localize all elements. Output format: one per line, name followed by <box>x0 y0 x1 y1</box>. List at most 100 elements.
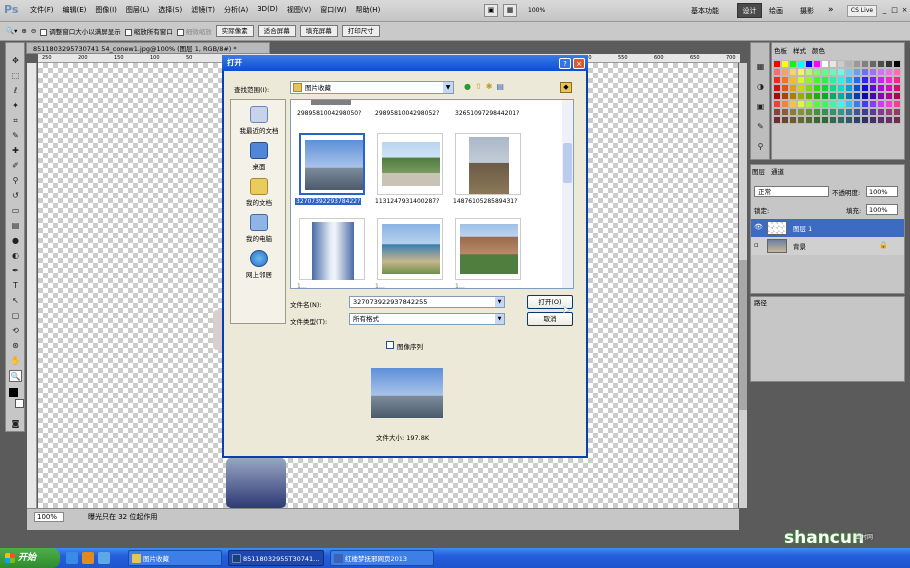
thumbnail-selected[interactable] <box>299 133 365 195</box>
swatch[interactable] <box>789 76 797 84</box>
swatch[interactable] <box>821 92 829 100</box>
tab-paths[interactable]: 路径 <box>754 297 767 307</box>
swatch[interactable] <box>885 92 893 100</box>
document-tab[interactable]: 8511803295730741 54_conew1.jpg@100% (图层 … <box>26 42 270 54</box>
swatch[interactable] <box>885 108 893 116</box>
swatch[interactable] <box>821 100 829 108</box>
media-icon[interactable] <box>82 552 94 564</box>
swatch[interactable] <box>821 60 829 68</box>
swatch[interactable] <box>821 84 829 92</box>
adjust-panel-icon[interactable]: ◑ <box>754 81 767 93</box>
folder-icon[interactable]: ◆ <box>560 82 572 93</box>
swatch[interactable] <box>813 100 821 108</box>
filetype-select[interactable]: 所有格式 <box>349 313 505 325</box>
swatch[interactable] <box>869 60 877 68</box>
swatch[interactable] <box>869 92 877 100</box>
swatch[interactable] <box>877 108 885 116</box>
menu-view[interactable]: 视图(V) <box>287 5 311 15</box>
crop-tool-icon[interactable]: ⌗ <box>9 115 22 127</box>
swatch-grid[interactable] <box>773 60 901 132</box>
zoom-all-checkbox[interactable] <box>124 28 132 36</box>
new-folder-icon[interactable]: ✱ <box>486 82 493 91</box>
swatch[interactable] <box>845 68 853 76</box>
close-button[interactable]: × <box>900 4 909 16</box>
swatch[interactable] <box>869 116 877 124</box>
brush-tool-icon[interactable]: ✐ <box>9 160 22 172</box>
explorer-icon[interactable] <box>98 552 110 564</box>
swatch[interactable] <box>837 84 845 92</box>
swatch[interactable] <box>885 116 893 124</box>
image-sequence-checkbox[interactable] <box>386 341 394 349</box>
gradient-tool-icon[interactable]: ▤ <box>9 220 22 232</box>
scrubby-zoom-option[interactable]: 细微缩放 <box>176 26 212 36</box>
swatch[interactable] <box>861 68 869 76</box>
place-network[interactable]: 网上邻居 <box>231 250 287 279</box>
zoom-out-icon[interactable]: ⊖ <box>31 27 36 35</box>
foreground-color-swatch[interactable] <box>9 388 18 397</box>
dialog-close-button[interactable]: × <box>573 58 585 69</box>
swatch[interactable] <box>797 92 805 100</box>
menu-select[interactable]: 选择(S) <box>158 5 182 15</box>
menu-3d[interactable]: 3D(D) <box>257 5 278 15</box>
swatch[interactable] <box>885 60 893 68</box>
swatch[interactable] <box>789 100 797 108</box>
place-recent[interactable]: 我最近的文档 <box>231 106 287 135</box>
actual-pixels-button[interactable]: 实际像素 <box>215 25 254 37</box>
swatch[interactable] <box>869 100 877 108</box>
status-zoom[interactable]: 100% <box>34 512 64 522</box>
workspace-paint[interactable]: 绘画 <box>769 6 783 16</box>
color-panel-icon[interactable]: ▦ <box>754 61 767 73</box>
quick-mask-icon[interactable]: ◙ <box>9 418 22 430</box>
swatch[interactable] <box>861 100 869 108</box>
swatch[interactable] <box>877 116 885 124</box>
workspace-design[interactable]: 设计 <box>737 3 762 18</box>
swatch[interactable] <box>853 60 861 68</box>
workspace-basic[interactable]: 基本功能 <box>691 6 719 16</box>
swatch[interactable] <box>861 92 869 100</box>
shape-tool-icon[interactable]: ▢ <box>9 310 22 322</box>
swatch[interactable] <box>789 68 797 76</box>
swatch[interactable] <box>837 108 845 116</box>
up-folder-icon[interactable]: ⇧ <box>475 82 482 91</box>
file-name-selected[interactable]: 3270739229378422? <box>295 198 362 205</box>
swatch[interactable] <box>829 60 837 68</box>
maximize-button[interactable]: □ <box>890 4 899 16</box>
eye-icon[interactable]: 👁 <box>754 223 763 231</box>
swatch[interactable] <box>829 68 837 76</box>
swatch[interactable] <box>845 76 853 84</box>
menu-help[interactable]: 帮助(H) <box>356 5 381 15</box>
task-document[interactable]: 红楼梦抚邪网页2013 <box>330 550 434 566</box>
swatch[interactable] <box>781 68 789 76</box>
swatch[interactable] <box>797 116 805 124</box>
swatch[interactable] <box>797 108 805 116</box>
swatch[interactable] <box>789 92 797 100</box>
background-color-swatch[interactable] <box>15 399 24 408</box>
swatch[interactable] <box>813 60 821 68</box>
swatch[interactable] <box>813 116 821 124</box>
swatch[interactable] <box>773 68 781 76</box>
swatch[interactable] <box>837 100 845 108</box>
swatch[interactable] <box>877 68 885 76</box>
zoom-all-option[interactable]: 缩放所有窗口 <box>124 26 173 36</box>
swatch[interactable] <box>781 108 789 116</box>
swatch[interactable] <box>869 76 877 84</box>
bridge-icon[interactable]: ▣ <box>484 4 498 17</box>
fit-screen-button[interactable]: 适合屏幕 <box>257 25 296 37</box>
file-name-clipped[interactable]: 1… <box>375 283 385 290</box>
resize-windows-option[interactable]: 调整窗口大小以满屏显示 <box>40 26 121 36</box>
file-name[interactable]: 1131247931400287? <box>375 198 439 205</box>
swatch[interactable] <box>773 100 781 108</box>
swatch[interactable] <box>797 100 805 108</box>
swatch[interactable] <box>877 92 885 100</box>
eyedropper-icon[interactable]: ✎ <box>9 130 22 142</box>
swatch[interactable] <box>837 68 845 76</box>
swatch[interactable] <box>845 108 853 116</box>
swatch[interactable] <box>781 100 789 108</box>
swatch[interactable] <box>789 84 797 92</box>
swatch[interactable] <box>805 108 813 116</box>
swatch[interactable] <box>853 100 861 108</box>
swatch[interactable] <box>893 116 901 124</box>
swatch[interactable] <box>877 100 885 108</box>
swatch[interactable] <box>893 100 901 108</box>
swatch[interactable] <box>861 84 869 92</box>
